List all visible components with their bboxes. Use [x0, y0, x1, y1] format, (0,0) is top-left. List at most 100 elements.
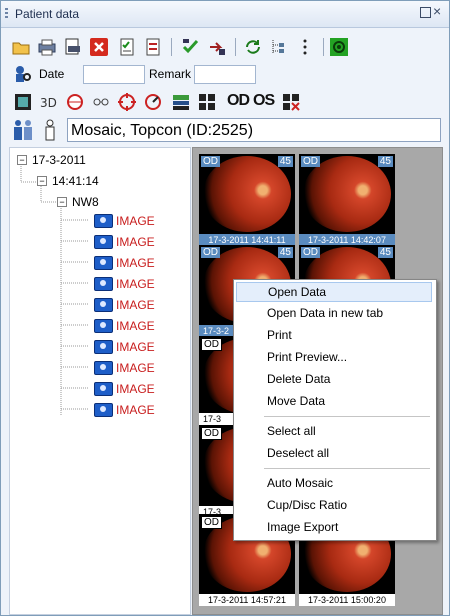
tree-collapse-device[interactable]: − [57, 197, 67, 207]
eye-tag: OD [201, 427, 222, 440]
camera-icon [94, 361, 113, 375]
camera-icon [94, 277, 113, 291]
tree-image-item[interactable]: IMAGE [116, 340, 155, 354]
tree-image-item[interactable]: IMAGE [116, 382, 155, 396]
tree-image-item[interactable]: IMAGE [116, 361, 155, 375]
od-filter-button[interactable]: OD [227, 92, 250, 110]
toolbar-separator [235, 38, 236, 56]
tree-image-item[interactable]: IMAGE [116, 256, 155, 270]
camera-icon [94, 340, 113, 354]
menu-auto-mosaic[interactable]: Auto Mosaic [236, 473, 432, 493]
menu-print[interactable]: Print [236, 325, 432, 345]
search-users-icon[interactable] [13, 64, 33, 84]
menu-delete-data[interactable]: Delete Data [236, 369, 432, 389]
camera-icon [94, 319, 113, 333]
remove-grid-icon[interactable] [281, 92, 301, 112]
tree-collapse-time[interactable]: − [37, 176, 47, 186]
fundus-image [203, 156, 291, 232]
patient-data-panel: Patient data × Date Remark 3D OD OS Mosa… [0, 0, 450, 616]
date-label: Date [39, 67, 65, 81]
print-preview-icon[interactable] [63, 37, 83, 57]
grip-icon[interactable] [5, 8, 8, 20]
glasses-icon[interactable] [91, 92, 111, 112]
report-icon[interactable] [143, 37, 163, 57]
eye-compare-icon[interactable] [65, 92, 85, 112]
toolbar-analysis: 3D OD OS [5, 89, 445, 115]
more-options-icon[interactable] [295, 37, 315, 57]
toolbar-main [5, 34, 445, 60]
date-input[interactable] [83, 65, 145, 84]
menu-open-data[interactable]: Open Data [236, 282, 432, 302]
os-filter-button[interactable]: OS [253, 92, 275, 110]
fundus-image [303, 156, 391, 232]
camera-icon [94, 382, 113, 396]
menu-select-all[interactable]: Select all [236, 421, 432, 441]
close-panel-button[interactable]: × [433, 4, 441, 18]
menu-move-data[interactable]: Move Data [236, 391, 432, 411]
menu-image-export[interactable]: Image Export [236, 517, 432, 537]
patient-name-field[interactable]: Mosaic, Topcon (ID:2525) [67, 118, 441, 142]
layers-icon[interactable] [171, 92, 191, 112]
camera-icon [94, 235, 113, 249]
stereo-icon[interactable]: 3D [39, 92, 59, 112]
angle-tag: 45 [377, 247, 393, 258]
filmstrip-icon[interactable] [13, 92, 33, 112]
assign-check-icon[interactable] [181, 37, 201, 57]
tree-node-date[interactable]: 17-3-2011 [32, 153, 86, 167]
patient-icon[interactable] [41, 118, 59, 142]
eye-tag: OD [201, 516, 222, 529]
settings-gear-icon[interactable] [329, 37, 349, 57]
menu-print-preview[interactable]: Print Preview... [236, 347, 432, 367]
menu-separator [264, 468, 430, 469]
print-icon[interactable] [37, 37, 57, 57]
menu-cup-disc-ratio[interactable]: Cup/Disc Ratio [236, 495, 432, 515]
camera-icon [94, 256, 113, 270]
timestamp: 17-3-2011 14:57:21 [199, 593, 295, 606]
remark-label: Remark [149, 67, 192, 81]
svg-text:3D: 3D [40, 96, 57, 110]
tree-view-icon[interactable] [269, 37, 289, 57]
context-menu: Open Data Open Data in new tab Print Pri… [233, 279, 437, 541]
toolbar-separator [323, 38, 324, 56]
angle-tag: 45 [277, 247, 293, 258]
float-window-button[interactable] [420, 7, 431, 18]
tree-image-item[interactable]: IMAGE [116, 298, 155, 312]
camera-icon [94, 214, 113, 228]
tree-image-item[interactable]: IMAGE [116, 403, 155, 417]
eye-tag: OD [201, 338, 222, 351]
checklist-icon[interactable] [117, 37, 137, 57]
menu-separator [264, 416, 430, 417]
refresh-icon[interactable] [243, 37, 263, 57]
patient-pair-icon[interactable] [11, 118, 35, 142]
thumbnail[interactable]: OD 45 17-3-2011 14:41:11 [199, 154, 295, 246]
tree-image-item[interactable]: IMAGE [116, 277, 155, 291]
tree-collapse-date[interactable]: − [17, 155, 27, 165]
tree-node-device[interactable]: NW8 [72, 195, 99, 209]
menu-open-data-new-tab[interactable]: Open Data in new tab [236, 303, 432, 323]
delete-icon[interactable] [89, 37, 109, 57]
remark-input[interactable] [194, 65, 256, 84]
measure-circle-icon[interactable] [143, 92, 163, 112]
eye-tag: OD [201, 156, 220, 167]
toolbar-separator [171, 38, 172, 56]
target-icon[interactable] [117, 92, 137, 112]
study-tree: − 17-3-2011 − 14:41:14 − NW8 IMAGE IMAGE… [9, 147, 191, 615]
title-bar: Patient data × [1, 1, 449, 28]
tree-image-item[interactable]: IMAGE [116, 214, 155, 228]
eye-tag: OD [301, 247, 320, 258]
angle-tag: 45 [377, 156, 393, 167]
camera-icon [94, 403, 113, 417]
thumbnail[interactable]: OD 45 17-3-2011 14:42:07 [299, 154, 395, 246]
tree-image-item[interactable]: IMAGE [116, 319, 155, 333]
panel-title: Patient data [15, 7, 80, 21]
angle-tag: 45 [277, 156, 293, 167]
menu-deselect-all[interactable]: Deselect all [236, 443, 432, 463]
eye-tag: OD [201, 247, 220, 258]
move-arrow-icon[interactable] [207, 37, 227, 57]
camera-icon [94, 298, 113, 312]
open-folder-icon[interactable] [11, 37, 31, 57]
tree-image-item[interactable]: IMAGE [116, 235, 155, 249]
grid-layout-icon[interactable] [197, 92, 217, 112]
timestamp: 17-3-2011 15:00:20 [299, 593, 395, 606]
tree-node-time[interactable]: 14:41:14 [52, 174, 99, 188]
